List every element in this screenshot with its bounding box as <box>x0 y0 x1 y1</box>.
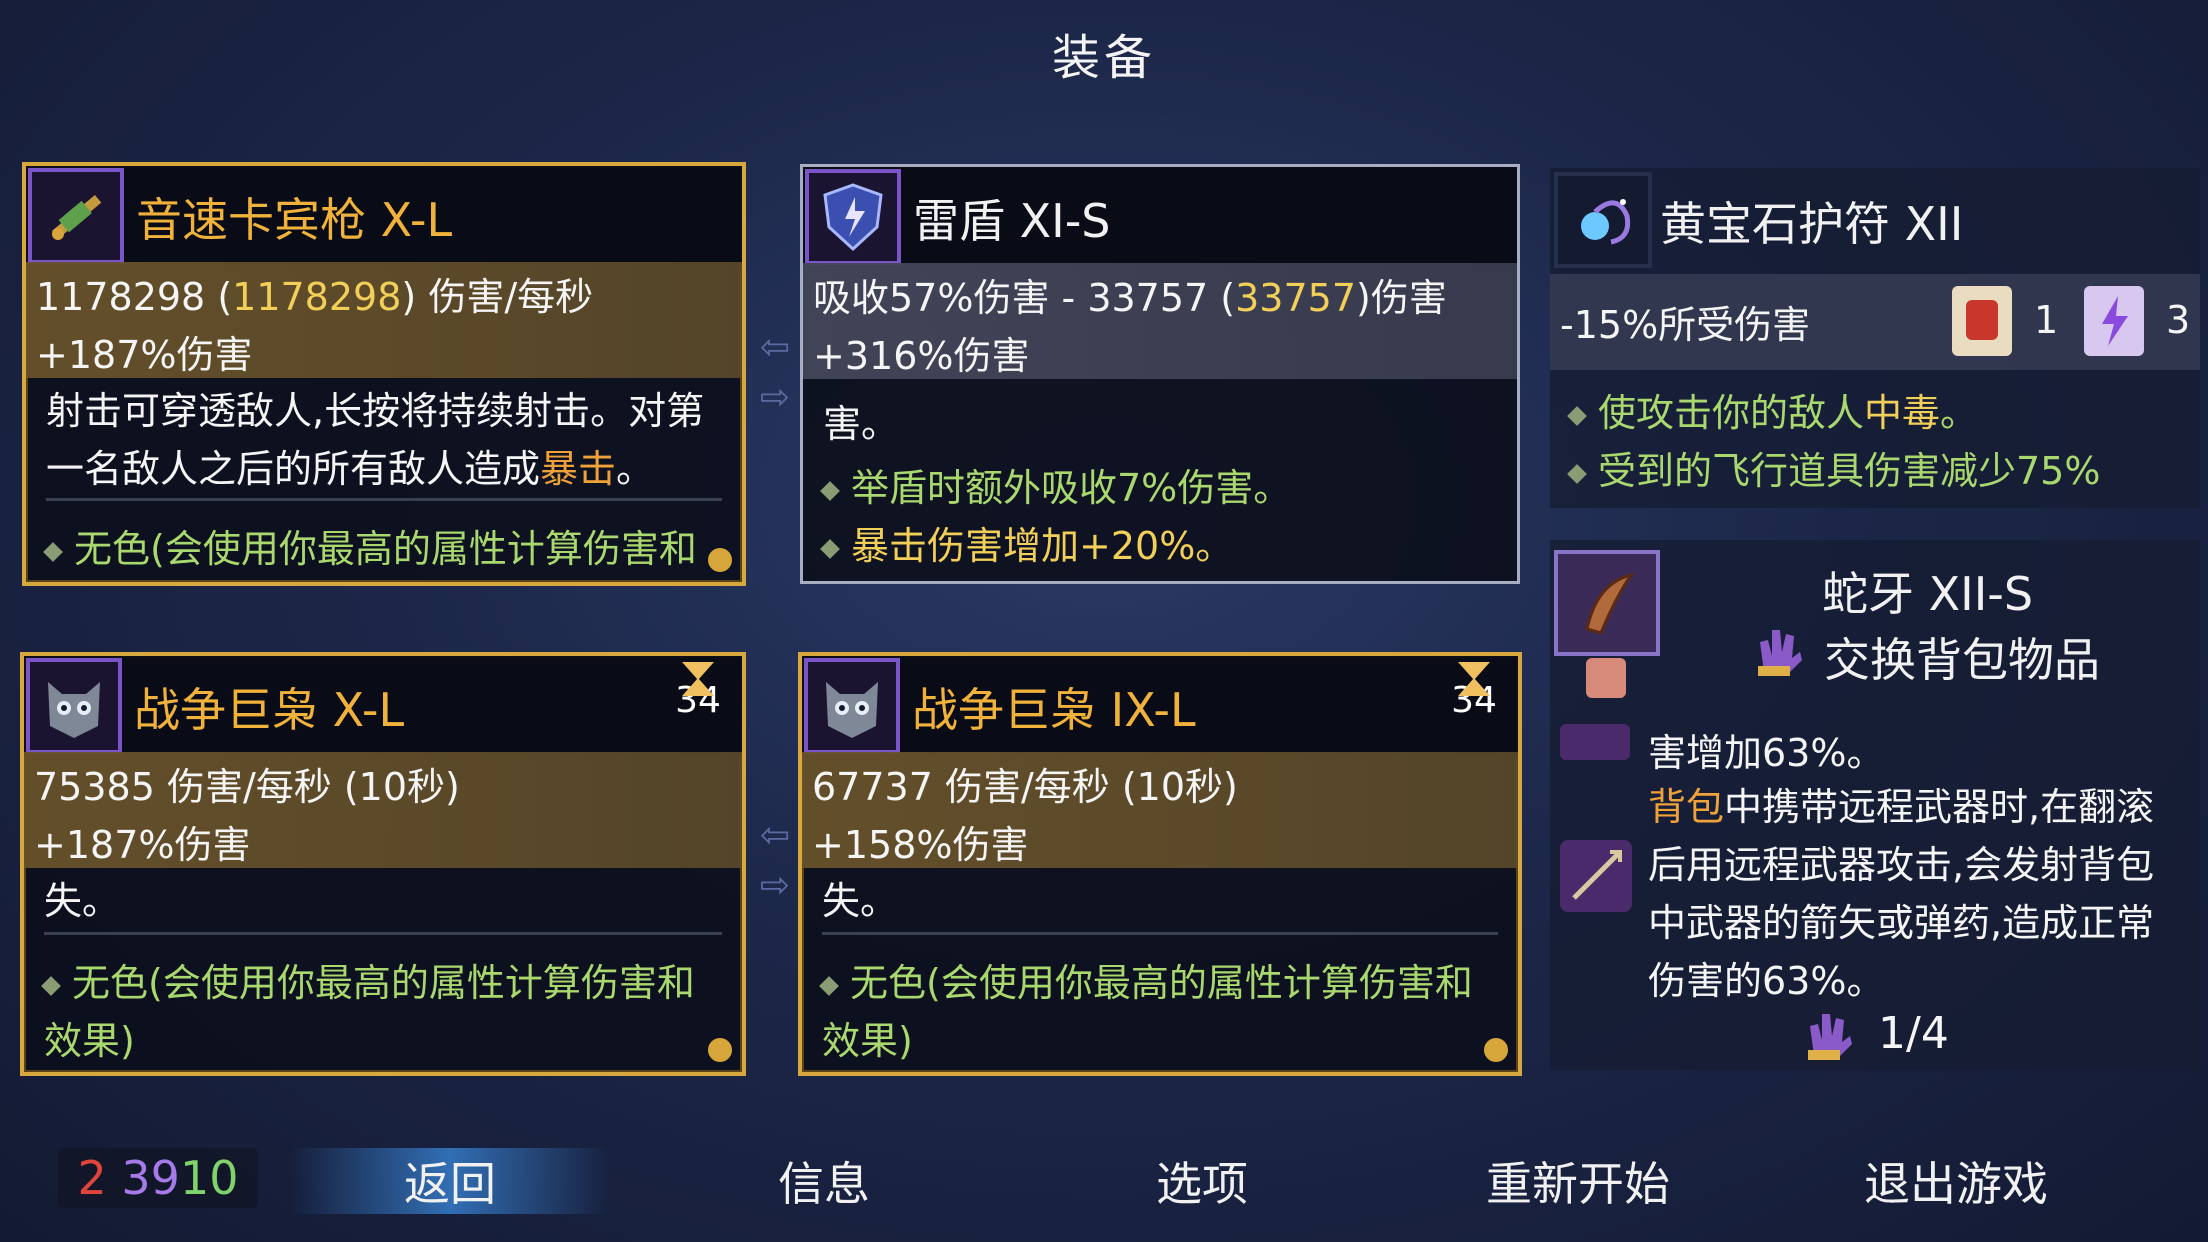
glove-icon <box>1804 1006 1854 1062</box>
divider <box>44 932 722 935</box>
screen-title: 装备 <box>1051 30 1156 86</box>
trait-line: 无色(会使用你最高的属性计算伤害和 <box>43 518 697 573</box>
snake-fang-icon <box>1554 550 1660 656</box>
cooldown: 34 <box>1444 662 1504 721</box>
item-name: 战争巨枭 IX-L <box>912 683 1196 737</box>
arrow-right-icon[interactable]: ⇨ <box>752 380 798 416</box>
amulet-panel[interactable]: 黄宝石护符 XII -15%所受伤害 1 3 使攻击你的敌人中毒。 受到的飞行道… <box>1550 168 2200 508</box>
carbine-icon <box>28 168 124 264</box>
war-owl-icon <box>804 658 900 754</box>
arrow-left-icon[interactable]: ⇦ <box>752 818 798 854</box>
card-header <box>803 167 1517 267</box>
description: 失。 <box>822 879 899 923</box>
item-name: 战争巨枭 X-L <box>134 683 405 737</box>
ranged-weapon-icon <box>1560 840 1632 912</box>
gold-corner-icon <box>1484 1038 1508 1062</box>
card-war-owl-1[interactable]: 战争巨枭 X-L 34 75385 伤害/每秒 (10秒) +187%伤害 失。… <box>20 652 746 1076</box>
damage-bonus: +158%伤害 <box>812 823 1029 867</box>
trait-line: 举盾时额外吸收7%伤害。 <box>820 457 1291 512</box>
damage-bonus: +187%伤害 <box>34 823 251 867</box>
scroll-count-2: 3 <box>2166 298 2191 342</box>
info-button[interactable]: 信息 <box>778 1148 870 1214</box>
fist-scroll-icon <box>1952 286 2012 356</box>
trait-line: 无色(会使用你最高的属性计算伤害和 <box>41 952 695 1007</box>
fang-line-2: 后用远程武器攻击,会发射背包 <box>1648 843 2155 887</box>
item-name: 音速卡宾枪 X-L <box>136 193 453 247</box>
arrow-left-icon[interactable]: ⇦ <box>752 330 798 366</box>
page-indicator: 1/4 <box>1878 1008 1949 1059</box>
snake-fang-panel[interactable]: 蛇牙 XII-S 交换背包物品 害增加63%。 背包中携带远程武器时,在翻滚 后… <box>1550 540 2200 1070</box>
trait-line-2: 效果) <box>44 1019 135 1063</box>
cooldown: 34 <box>668 662 728 721</box>
description: 失。 <box>44 879 121 923</box>
damage-bonus: +187%伤害 <box>36 333 253 377</box>
trait-line-crit: 暴击伤害增加+20%。 <box>820 515 1233 570</box>
hourglass-icon <box>1458 662 1490 696</box>
damage-bonus: +316%伤害 <box>813 334 1030 378</box>
dps-line: 67737 伤害/每秒 (10秒) <box>812 765 1238 809</box>
divider <box>46 498 722 501</box>
divider <box>822 932 1498 935</box>
lightning-scroll-icon <box>2084 286 2144 356</box>
hourglass-icon <box>682 662 714 696</box>
fang-line-4: 伤害的63%。 <box>1648 959 1885 1003</box>
card-carbine[interactable]: 音速卡宾枪 X-L 1178298 (1178298) 伤害/每秒 +187%伤… <box>22 162 746 586</box>
war-owl-icon <box>26 658 122 754</box>
quit-button[interactable]: 退出游戏 <box>1864 1148 2048 1214</box>
arrow-right-icon[interactable]: ⇨ <box>752 868 798 904</box>
fang-line: 害增加63%。 <box>1648 731 1885 775</box>
item-name: 雷盾 XI-S <box>913 194 1111 248</box>
dps-line: 75385 伤害/每秒 (10秒) <box>34 765 460 809</box>
trait-line-2: 效果) <box>822 1019 913 1063</box>
trait-line-2: 受到的飞行道具伤害减少75% <box>1567 440 2100 495</box>
bat-icon <box>1560 724 1630 760</box>
dps-line: 1178298 (1178298) 伤害/每秒 <box>36 275 594 319</box>
back-button[interactable]: 返回 <box>290 1148 610 1214</box>
description-2: 一名敌人之后的所有敌人造成暴击。 <box>46 447 655 491</box>
glove-icon <box>1754 622 1804 678</box>
fang-line-3: 中武器的箭矢或弹药,造成正常 <box>1648 901 2155 945</box>
restart-button[interactable]: 重新开始 <box>1486 1148 1670 1214</box>
amulet-icon <box>1554 172 1652 268</box>
trait-line: 无色(会使用你最高的属性计算伤害和 <box>819 952 1473 1007</box>
swap-arrows-2[interactable]: ⇦ ⇨ <box>752 800 802 922</box>
options-button[interactable]: 选项 <box>1156 1148 1248 1214</box>
absorb-line: 吸收57%伤害 - 33757 (33757)伤害 <box>813 276 1447 320</box>
fang-line-1: 背包中携带远程武器时,在翻滚 <box>1648 785 2155 829</box>
card-war-owl-2[interactable]: 战争巨枭 IX-L 34 67737 伤害/每秒 (10秒) +158%伤害 失… <box>798 652 1522 1076</box>
card-thunder-shield[interactable]: 雷盾 XI-S 吸收57%伤害 - 33757 (33757)伤害 +316%伤… <box>800 164 1520 584</box>
swap-arrows[interactable]: ⇦ ⇨ <box>752 312 802 434</box>
gold-corner-icon <box>708 1038 732 1062</box>
swap-backpack-button[interactable]: 交换背包物品 <box>1824 624 2100 690</box>
defense-stat: -15%所受伤害 <box>1560 303 1811 347</box>
item-name: 蛇牙 XII-S <box>1822 567 2034 621</box>
key-badge-icon <box>1586 658 1626 698</box>
trait-line: 使攻击你的敌人中毒。 <box>1567 382 1978 437</box>
thunder-shield-icon <box>805 169 901 265</box>
scroll-count-1: 1 <box>2034 298 2059 342</box>
gold-corner-icon <box>708 548 732 572</box>
bottom-menu: 返回 信息 选项 重新开始 退出游戏 <box>0 1148 2208 1214</box>
description: 射击可穿透敌人,长按将持续射击。对第 <box>46 389 705 433</box>
item-name: 黄宝石护符 XII <box>1660 197 1964 251</box>
description: 害。 <box>823 402 900 446</box>
